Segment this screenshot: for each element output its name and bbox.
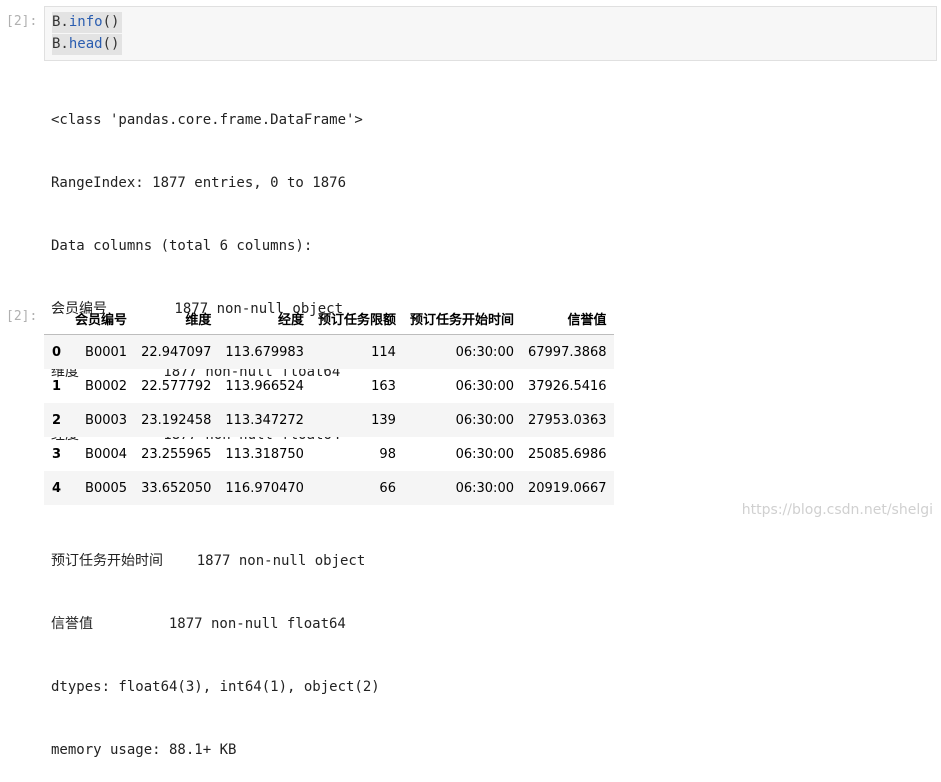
watermark: https://blog.csdn.net/shelgi	[741, 502, 933, 518]
table-row: 3 B0004 23.255965 113.318750 98 06:30:00…	[44, 437, 614, 471]
table-cell: 22.577792	[141, 378, 212, 394]
info-line: dtypes: float64(3), int64(1), object(2)	[51, 679, 380, 695]
table-row: 1 B0002 22.577792 113.966524 163 06:30:0…	[44, 369, 614, 403]
column-header: 维度	[134, 302, 219, 335]
table-cell: 23.255965	[141, 446, 212, 462]
table-cell: 25085.6986	[527, 446, 607, 462]
table-cell: B0003	[85, 412, 128, 428]
code-line-head[interactable]: B.head()	[52, 34, 123, 55]
info-line: RangeIndex: 1877 entries, 0 to 1876	[51, 175, 347, 191]
column-header: 会员编号	[68, 302, 135, 335]
table-cell: 114	[371, 344, 396, 360]
code-parens: ()	[102, 36, 120, 52]
code-method: info	[68, 14, 103, 30]
code-cell[interactable]: B.info() B.head()	[44, 6, 937, 61]
table-cell: 67997.3868	[527, 344, 607, 360]
code-object: B.	[52, 14, 69, 30]
table-cell: 33.652050	[141, 480, 212, 496]
table-row: 0 B0001 22.947097 113.679983 114 06:30:0…	[44, 334, 614, 369]
input-prompt: [2]:	[6, 14, 38, 29]
table-cell: 163	[371, 378, 396, 394]
table-cell: 06:30:00	[455, 378, 514, 394]
table-cell: 06:30:00	[455, 446, 514, 462]
row-index: 0	[52, 344, 62, 360]
table-cell: 37926.5416	[527, 378, 607, 394]
column-header: 经度	[218, 302, 311, 335]
table-cell: 06:30:00	[455, 412, 514, 428]
table-row: 2 B0003 23.192458 113.347272 139 06:30:0…	[44, 403, 614, 437]
column-header: 信誉值	[520, 302, 614, 335]
table-cell: B0002	[85, 378, 128, 394]
column-header: 预订任务开始时间	[402, 302, 521, 335]
table-cell: 23.192458	[141, 412, 212, 428]
table-cell: 22.947097	[141, 344, 212, 360]
row-index: 4	[52, 480, 62, 496]
table-cell: 66	[379, 480, 396, 496]
code-object: B.	[52, 36, 69, 52]
output-prompt: [2]:	[6, 309, 38, 324]
code-method: head	[68, 36, 103, 52]
table-cell: B0005	[85, 480, 128, 496]
table-cell: 06:30:00	[455, 344, 514, 360]
row-index: 2	[52, 412, 62, 428]
table-cell: 98	[379, 446, 396, 462]
table-cell: 116.970470	[225, 480, 304, 496]
info-line: Data columns (total 6 columns):	[51, 238, 313, 254]
table-cell: 113.318750	[225, 446, 304, 462]
code-parens: ()	[102, 14, 120, 30]
table-cell: B0001	[85, 344, 128, 360]
table-cell: B0004	[85, 446, 128, 462]
info-line: 信誉值 1877 non-null float64	[51, 616, 346, 632]
table-header-row: 会员编号 维度 经度 预订任务限额 预订任务开始时间 信誉值	[44, 302, 614, 335]
info-line: <class 'pandas.core.frame.DataFrame'>	[51, 112, 363, 128]
table-cell: 20919.0667	[527, 480, 607, 496]
table-cell: 113.347272	[225, 412, 304, 428]
table-cell: 27953.0363	[527, 412, 607, 428]
info-line: 预订任务开始时间 1877 non-null object	[51, 553, 366, 569]
code-line-info[interactable]: B.info()	[52, 12, 123, 33]
table-cell: 06:30:00	[455, 480, 514, 496]
dataframe-table: 会员编号 维度 经度 预订任务限额 预订任务开始时间 信誉值 0 B0001 2…	[44, 302, 614, 505]
table-row: 4 B0005 33.652050 116.970470 66 06:30:00…	[44, 471, 614, 505]
table-cell: 113.966524	[225, 378, 304, 394]
column-header: 预订任务限额	[310, 302, 403, 335]
row-index: 3	[52, 446, 62, 462]
row-index: 1	[52, 378, 62, 394]
table-cell: 113.679983	[225, 344, 304, 360]
table-cell: 139	[371, 412, 396, 428]
index-header	[44, 302, 69, 335]
info-line: memory usage: 88.1+ KB	[51, 742, 237, 758]
